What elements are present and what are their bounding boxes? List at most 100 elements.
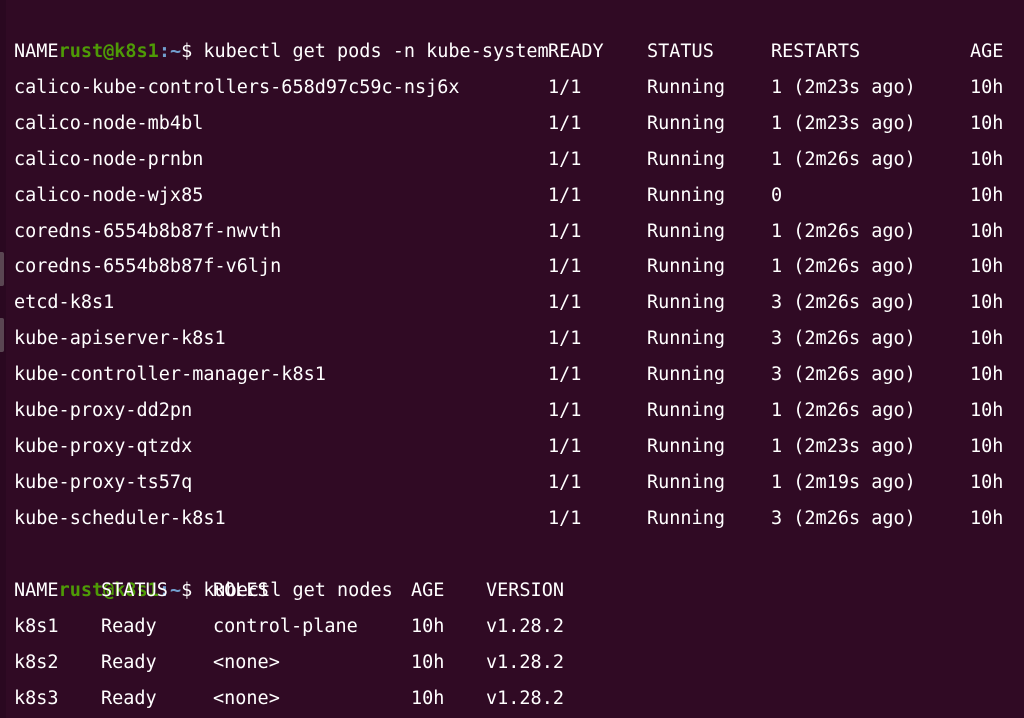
table-cell-status: Running (647, 435, 725, 457)
table-cell-restarts: 3 (2m26s ago) (771, 328, 916, 350)
prompt-path: :~ (158, 41, 182, 62)
prompt-line-2: rust@k8s1:~$ kubectl get nodes (14, 537, 393, 601)
edge-marker (0, 252, 4, 286)
table-cell-restarts: 3 (2m26s ago) (771, 364, 916, 386)
table-cell-ready: 1/1 (548, 292, 582, 314)
table-cell-name: calico-kube-controllers-658d97c59c-nsj6x (14, 76, 460, 98)
table-cell-restarts: 0 (771, 184, 783, 206)
table-cell-age: 10h (970, 220, 1004, 242)
table-cell-status: Running (647, 112, 725, 134)
table-cell-restarts: 1 (2m23s ago) (771, 112, 916, 134)
table-cell-restarts: 1 (2m26s ago) (771, 220, 916, 242)
header-cell-status: STATUS (647, 41, 714, 62)
table-cell-name: kube-apiserver-k8s1 (14, 328, 226, 350)
table-cell-status: Running (647, 256, 725, 278)
table-cell-roles: <none> (213, 687, 280, 709)
header-cell-age: AGE (970, 41, 1004, 62)
table-cell-name: calico-node-prnbn (14, 148, 204, 170)
table-cell-age: 10h (411, 687, 445, 709)
header-cell-ready: READY (548, 41, 604, 62)
table-cell-name: coredns-6554b8b87f-nwvth (14, 220, 282, 242)
table-cell-version: v1.28.2 (486, 651, 564, 673)
table-cell-ready: 1/1 (548, 328, 582, 350)
table-cell-age: 10h (970, 76, 1004, 98)
table-cell-age: 10h (970, 148, 1004, 170)
command-text: kubectl get pods -n kube-system (203, 41, 549, 62)
table-cell-name: kube-controller-manager-k8s1 (14, 364, 326, 386)
table-cell-ready: 1/1 (548, 471, 582, 493)
table-cell-age: 10h (970, 256, 1004, 278)
table-cell-name: calico-node-mb4bl (14, 112, 204, 134)
table-cell-name: coredns-6554b8b87f-v6ljn (14, 256, 282, 278)
table-cell-status: Running (647, 292, 725, 314)
table-cell-age: 10h (970, 184, 1004, 206)
table-cell-age: 10h (970, 364, 1004, 386)
table-cell-ready: 1/1 (548, 76, 582, 98)
table-cell-age: 10h (970, 112, 1004, 134)
header-cell-status: STATUS (101, 580, 168, 601)
table-cell-name: k8s1 (14, 615, 59, 637)
table-cell-status: Ready (101, 651, 157, 673)
table-cell-restarts: 1 (2m26s ago) (771, 400, 916, 421)
prompt-user-host: rust@k8s1 (58, 41, 159, 62)
table-cell-age: 10h (970, 400, 1004, 421)
table-cell-ready: 1/1 (548, 220, 582, 242)
table-cell-restarts: 1 (2m23s ago) (771, 76, 916, 98)
table-cell-ready: 1/1 (548, 435, 582, 457)
edge-marker (0, 318, 4, 352)
header-cell-restarts: RESTARTS (771, 41, 861, 62)
header-cell-name: NAME (14, 41, 59, 62)
table-cell-ready: 1/1 (548, 148, 582, 170)
table-cell-status: Running (647, 364, 725, 386)
table-cell-restarts: 1 (2m19s ago) (771, 471, 916, 493)
table-cell-ready: 1/1 (548, 507, 582, 529)
header-cell-name: NAME (14, 580, 59, 601)
table-cell-status: Running (647, 507, 725, 529)
table-cell-roles: control-plane (213, 615, 358, 637)
table-cell-version: v1.28.2 (486, 615, 564, 637)
table-cell-name: kube-proxy-qtzdx (14, 435, 193, 457)
table-cell-name: k8s3 (14, 687, 59, 709)
header-cell-version: VERSION (486, 580, 564, 601)
table-cell-name: etcd-k8s1 (14, 292, 115, 314)
prompt-symbol: $ (181, 41, 204, 62)
table-cell-age: 10h (970, 471, 1004, 493)
table-cell-age: 10h (970, 435, 1004, 457)
header-cell-age: AGE (411, 580, 445, 601)
table-cell-version: v1.28.2 (486, 687, 564, 709)
table-cell-restarts: 1 (2m23s ago) (771, 435, 916, 457)
prompt-symbol: $ (181, 580, 204, 601)
table-cell-age: 10h (411, 615, 445, 637)
table-cell-restarts: 3 (2m26s ago) (771, 507, 916, 529)
table-cell-ready: 1/1 (548, 184, 582, 206)
table-cell-status: Running (647, 76, 725, 98)
table-cell-name: kube-proxy-dd2pn (14, 400, 193, 421)
table-cell-status: Running (647, 148, 725, 170)
table-cell-age: 10h (970, 328, 1004, 350)
table-cell-restarts: 1 (2m26s ago) (771, 148, 916, 170)
table-cell-name: calico-node-wjx85 (14, 184, 204, 206)
table-cell-restarts: 3 (2m26s ago) (771, 292, 916, 314)
table-cell-ready: 1/1 (548, 400, 582, 421)
header-cell-roles: ROLES (213, 580, 269, 601)
table-cell-name: kube-proxy-ts57q (14, 471, 193, 493)
prompt-line-1: rust@k8s1:~$ kubectl get pods -n kube-sy… (14, 0, 549, 62)
table-cell-ready: 1/1 (548, 112, 582, 134)
table-cell-status: Ready (101, 687, 157, 709)
table-cell-age: 10h (970, 292, 1004, 314)
table-cell-status: Running (647, 328, 725, 350)
window-left-edge (0, 0, 6, 718)
table-cell-ready: 1/1 (548, 364, 582, 386)
table-cell-restarts: 1 (2m26s ago) (771, 256, 916, 278)
table-cell-name: k8s2 (14, 651, 59, 673)
table-cell-age: 10h (411, 651, 445, 673)
table-cell-status: Running (647, 220, 725, 242)
table-cell-status: Running (647, 184, 725, 206)
table-cell-status: Ready (101, 615, 157, 637)
table-cell-name: kube-scheduler-k8s1 (14, 507, 226, 529)
terminal-window[interactable]: rust@k8s1:~$ kubectl get pods -n kube-sy… (0, 0, 1024, 718)
table-cell-status: Running (647, 471, 725, 493)
table-cell-age: 10h (970, 507, 1004, 529)
table-cell-roles: <none> (213, 651, 280, 673)
table-cell-status: Running (647, 400, 725, 421)
